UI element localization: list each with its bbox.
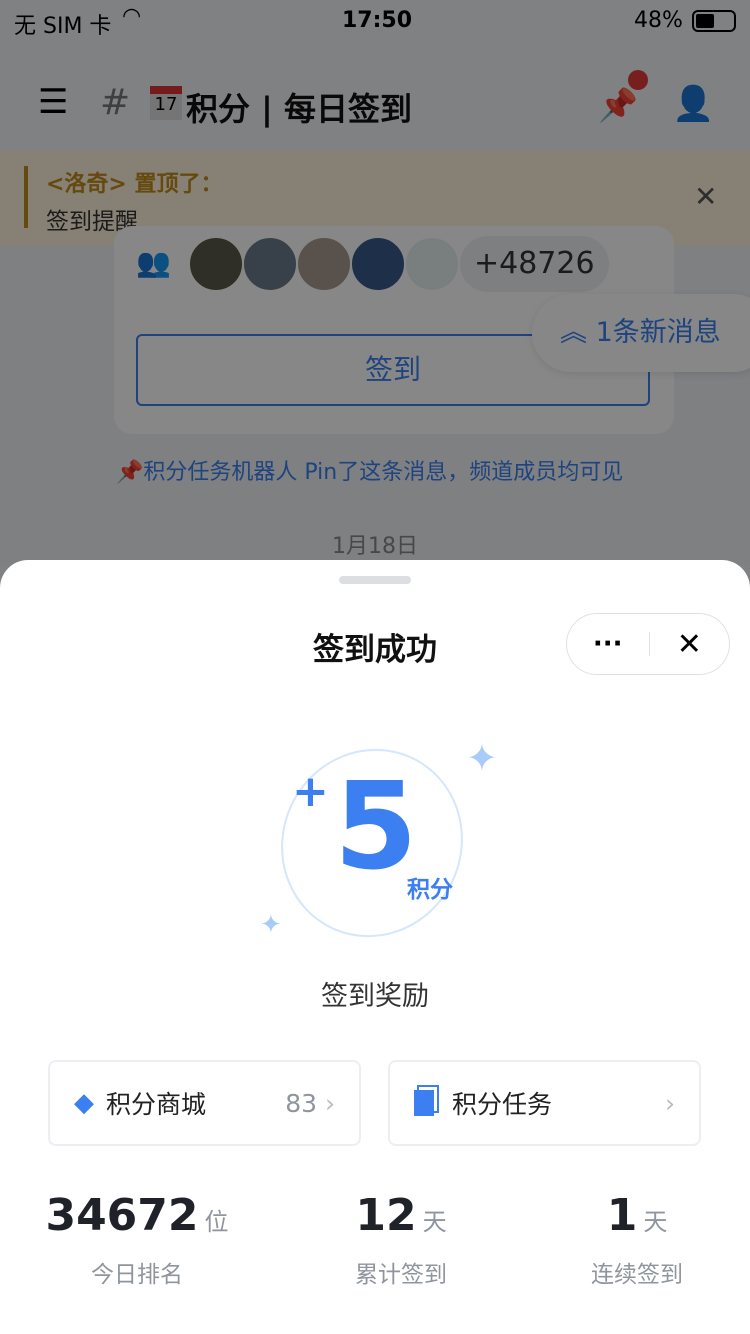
reward-plus: +	[292, 766, 329, 817]
points-tasks-label: 积分任务	[452, 1090, 553, 1119]
document-icon	[414, 1090, 434, 1116]
stat-label: 累计签到	[355, 1262, 447, 1288]
stat-unit: 位	[204, 1208, 229, 1236]
sparkle-icon: ✦	[260, 910, 282, 940]
stat-unit: 天	[422, 1208, 447, 1236]
points-shop-count: 83	[285, 1088, 317, 1118]
sheet-controls: ··· ✕	[566, 613, 730, 675]
close-icon[interactable]: ✕	[650, 627, 730, 662]
stat-label: 连续签到	[591, 1262, 683, 1288]
signin-success-sheet: 签到成功 ··· ✕ ✦ ✦ + 5 积分 签到奖励 ◆ 积分商城 83 › 积…	[0, 560, 750, 1334]
stat-value: 12	[355, 1190, 417, 1241]
drag-handle[interactable]	[339, 576, 411, 584]
stat-value: 34672	[45, 1190, 199, 1241]
reward-label: 签到奖励	[321, 981, 429, 1012]
sparkle-icon: ✦	[466, 736, 498, 780]
more-icon[interactable]: ···	[567, 629, 649, 659]
diamond-icon: ◆	[74, 1088, 94, 1118]
points-shop-button[interactable]: ◆ 积分商城 83 ›	[48, 1060, 361, 1146]
chevron-right-icon: ›	[665, 1088, 675, 1118]
reward-unit: 积分	[407, 877, 453, 903]
points-tasks-button[interactable]: 积分任务 ›	[388, 1060, 701, 1146]
stat-streak-days: 1天 连续签到	[512, 1190, 750, 1289]
reward-value: 5	[334, 758, 418, 897]
stat-rank: 34672 位 今日排名	[12, 1190, 262, 1289]
stat-total-days: 12 天 累计签到	[276, 1190, 526, 1289]
stat-unit: 天	[643, 1208, 668, 1236]
stat-value: 1	[606, 1190, 638, 1241]
stat-label: 今日排名	[91, 1262, 183, 1288]
chevron-right-icon: ›	[325, 1088, 335, 1118]
points-shop-label: 积分商城	[106, 1090, 207, 1119]
